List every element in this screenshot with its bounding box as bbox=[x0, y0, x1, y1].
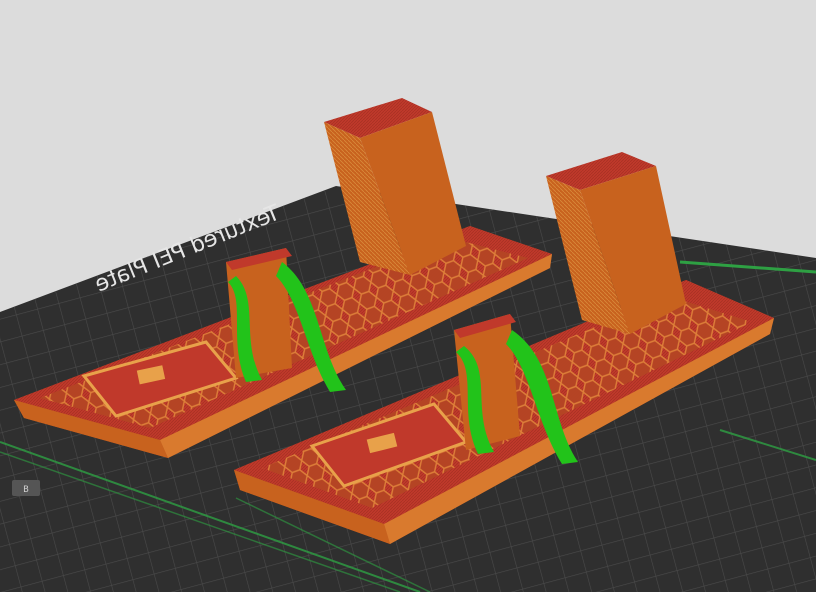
svg-text:B: B bbox=[23, 485, 28, 495]
3d-viewport[interactable]: Textured PEI Plate B bbox=[0, 0, 816, 592]
scene-canvas[interactable]: Textured PEI Plate B bbox=[0, 0, 816, 592]
